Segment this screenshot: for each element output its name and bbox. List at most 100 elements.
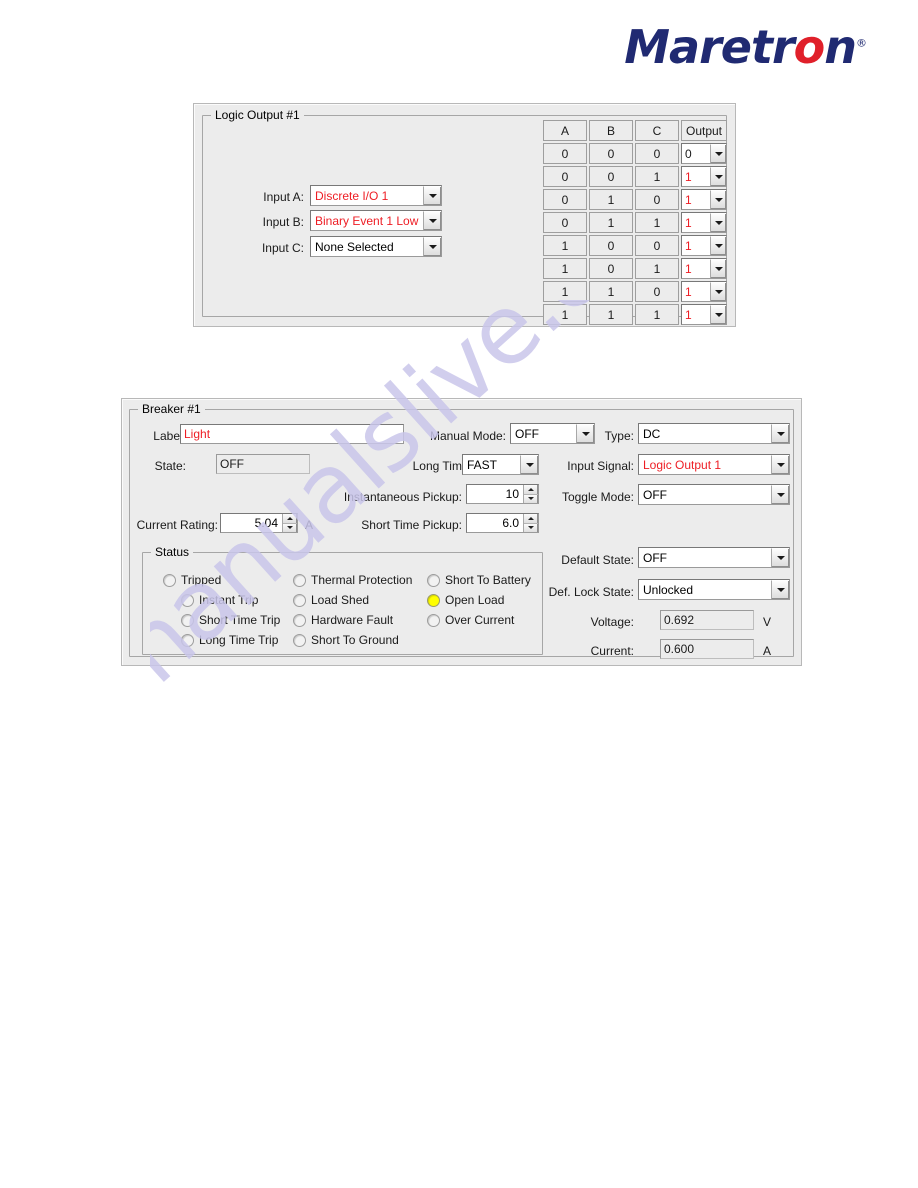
- toggle-mode-dropdown-arrow[interactable]: [771, 485, 789, 504]
- input-c-combobox[interactable]: None Selected: [310, 236, 442, 257]
- status-item-short-to-ground[interactable]: Short To Ground: [293, 633, 399, 647]
- truth-output-dropdown-arrow[interactable]: [710, 167, 726, 186]
- toggle-mode-label: Toggle Mode:: [561, 490, 634, 504]
- status-led-icon: [293, 633, 306, 647]
- default-state-label: Default State:: [561, 553, 634, 567]
- spinner-down-button[interactable]: [283, 523, 297, 532]
- truth-cell-b: 1: [589, 281, 633, 302]
- short-time-pickup-spin-buttons[interactable]: [523, 514, 538, 532]
- input-signal-value: Logic Output 1: [643, 457, 722, 472]
- status-item-short-time-trip[interactable]: Short Time Trip: [181, 613, 280, 627]
- truth-output-dropdown-arrow[interactable]: [710, 144, 726, 163]
- chevron-down-icon: [714, 175, 723, 179]
- default-state-dropdown-arrow[interactable]: [771, 548, 789, 567]
- truth-output-combobox[interactable]: 1: [681, 166, 727, 187]
- input-signal-dropdown-arrow[interactable]: [771, 455, 789, 474]
- status-item-over-current[interactable]: Over Current: [427, 613, 514, 627]
- truth-output-combobox[interactable]: 1: [681, 258, 727, 279]
- truth-output-dropdown-arrow[interactable]: [710, 305, 726, 324]
- truth-output-combobox[interactable]: 1: [681, 304, 727, 325]
- spinner-down-button[interactable]: [524, 523, 538, 532]
- truth-cell-a: 1: [543, 235, 587, 256]
- spinner-up-button[interactable]: [283, 514, 297, 524]
- input-c-dropdown-arrow[interactable]: [423, 237, 441, 256]
- truth-cell-a: 1: [543, 258, 587, 279]
- truth-table-row: 0 0 1 1: [543, 166, 727, 189]
- truth-table-row: 1 0 0 1: [543, 235, 727, 258]
- status-item-hardware-fault[interactable]: Hardware Fault: [293, 613, 393, 627]
- caret-up-icon: [528, 516, 534, 520]
- truth-cell-b: 0: [589, 258, 633, 279]
- short-time-pickup-label: Short Time Pickup:: [361, 518, 462, 532]
- status-led-icon: [427, 593, 440, 607]
- truth-cell-c: 1: [635, 258, 679, 279]
- toggle-mode-value: OFF: [643, 487, 667, 502]
- status-title: Status: [151, 545, 194, 559]
- instantaneous-pickup-stepper[interactable]: 10: [466, 484, 539, 504]
- input-b-dropdown-arrow[interactable]: [423, 211, 441, 230]
- input-signal-label: Input Signal:: [567, 459, 634, 473]
- input-a-label: Input A:: [263, 190, 304, 204]
- truth-output-value: 1: [685, 192, 692, 207]
- long-time-delay-value: FAST: [467, 457, 498, 472]
- truth-output-combobox[interactable]: 1: [681, 281, 727, 302]
- truth-table-header-a: A: [543, 120, 587, 141]
- truth-cell-a: 1: [543, 304, 587, 325]
- truth-cell-b: 0: [589, 166, 633, 187]
- truth-cell-c: 0: [635, 235, 679, 256]
- input-signal-combobox[interactable]: Logic Output 1: [638, 454, 790, 475]
- truth-output-combobox[interactable]: 1: [681, 212, 727, 233]
- truth-output-combobox[interactable]: 0: [681, 143, 727, 164]
- truth-table-row: 0 1 1 1: [543, 212, 727, 235]
- chevron-down-icon: [428, 219, 437, 223]
- type-dropdown-arrow[interactable]: [771, 424, 789, 443]
- truth-output-value: 1: [685, 284, 692, 299]
- truth-output-combobox[interactable]: 1: [681, 235, 727, 256]
- truth-output-dropdown-arrow[interactable]: [710, 213, 726, 232]
- truth-cell-c: 0: [635, 189, 679, 210]
- label-field-input[interactable]: Light: [180, 424, 404, 444]
- input-a-value: Discrete I/O 1: [315, 188, 389, 203]
- truth-output-dropdown-arrow[interactable]: [710, 282, 726, 301]
- instantaneous-pickup-value: 10: [505, 487, 519, 501]
- current-rating-stepper[interactable]: 5.04: [220, 513, 298, 533]
- status-label: Long Time Trip: [199, 633, 279, 647]
- chevron-down-icon: [776, 588, 785, 592]
- truth-output-combobox[interactable]: 1: [681, 189, 727, 210]
- truth-table-row: 1 1 0 1: [543, 281, 727, 304]
- toggle-mode-combobox[interactable]: OFF: [638, 484, 790, 505]
- long-time-delay-combobox[interactable]: FAST: [462, 454, 539, 475]
- def-lock-state-combobox[interactable]: Unlocked: [638, 579, 790, 600]
- truth-cell-c: 1: [635, 304, 679, 325]
- truth-table-row: 1 1 1 1: [543, 304, 727, 327]
- truth-cell-a: 0: [543, 143, 587, 164]
- truth-cell-c: 0: [635, 143, 679, 164]
- status-item-short-to-battery[interactable]: Short To Battery: [427, 573, 531, 587]
- truth-cell-c: 0: [635, 281, 679, 302]
- status-item-thermal-protection[interactable]: Thermal Protection: [293, 573, 412, 587]
- truth-output-dropdown-arrow[interactable]: [710, 236, 726, 255]
- default-state-combobox[interactable]: OFF: [638, 547, 790, 568]
- type-combobox[interactable]: DC: [638, 423, 790, 444]
- status-item-tripped[interactable]: Tripped: [163, 573, 221, 587]
- def-lock-state-dropdown-arrow[interactable]: [771, 580, 789, 599]
- input-b-combobox[interactable]: Binary Event 1 Low: [310, 210, 442, 231]
- current-rating-spin-buttons[interactable]: [282, 514, 297, 532]
- voltage-value-box: 0.692: [660, 610, 754, 630]
- input-a-combobox[interactable]: Discrete I/O 1: [310, 185, 442, 206]
- status-item-open-load[interactable]: Open Load: [427, 593, 504, 607]
- status-groupbox: Status Tripped Instant Trip Short Time T…: [142, 545, 543, 655]
- state-field-label: State:: [154, 459, 186, 473]
- input-a-dropdown-arrow[interactable]: [423, 186, 441, 205]
- truth-output-dropdown-arrow[interactable]: [710, 190, 726, 209]
- status-item-load-shed[interactable]: Load Shed: [293, 593, 369, 607]
- truth-cell-b: 1: [589, 304, 633, 325]
- status-item-long-time-trip[interactable]: Long Time Trip: [181, 633, 278, 647]
- status-item-instant-trip[interactable]: Instant Trip: [181, 593, 258, 607]
- truth-cell-b: 0: [589, 143, 633, 164]
- status-led-icon: [293, 613, 306, 627]
- truth-output-dropdown-arrow[interactable]: [710, 259, 726, 278]
- short-time-pickup-stepper[interactable]: 6.0: [466, 513, 539, 533]
- status-label: Instant Trip: [199, 593, 259, 607]
- spinner-up-button[interactable]: [524, 514, 538, 524]
